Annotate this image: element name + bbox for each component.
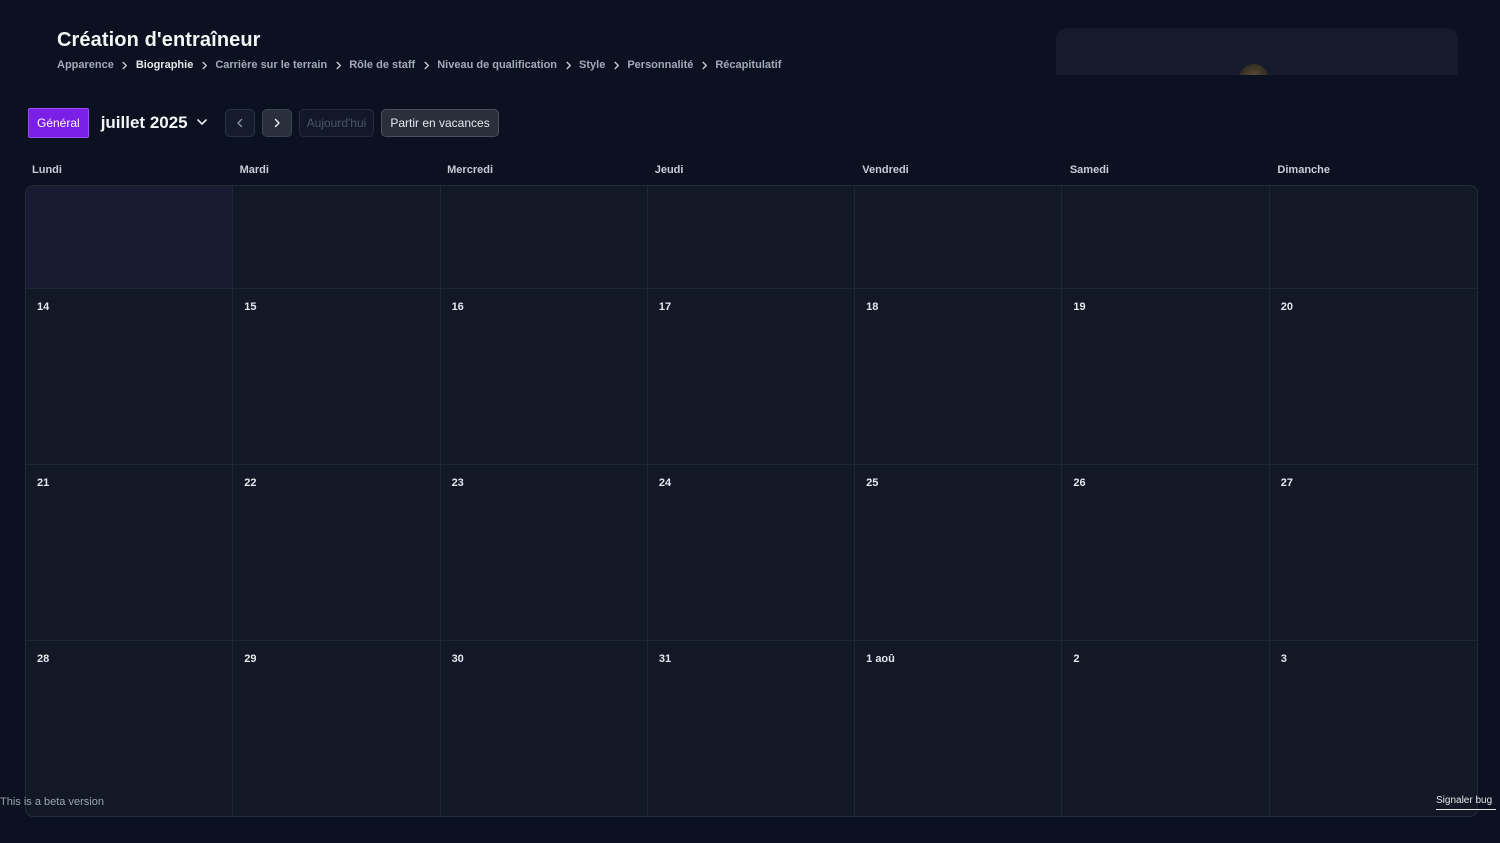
calendar-day-cell[interactable]: 17 <box>647 289 856 465</box>
day-number: 22 <box>244 477 257 489</box>
beta-notice: This is a beta version <box>0 796 104 808</box>
weekday-label: Lundi <box>32 164 62 176</box>
weekday-label: Jeudi <box>654 164 684 176</box>
calendar-day-cell[interactable]: 31 <box>648 641 856 816</box>
day-number: 31 <box>658 653 672 665</box>
weekday-header: Lundi Mardi Mercredi Jeudi Vendredi Samedi Dim… <box>25 164 1478 176</box>
month-selector[interactable]: juillet 2025 <box>101 113 208 133</box>
calendar-day-cell[interactable]: 15 <box>233 289 441 465</box>
breadcrumb-item[interactable]: Carrière sur le terrain <box>215 59 327 71</box>
day-number: 17 <box>658 301 672 313</box>
calendar-toolbar: Général juillet 2025 Aujourd'hui Partir … <box>28 108 499 138</box>
day-number: 19 <box>1073 301 1086 313</box>
chevron-right-icon <box>272 118 282 128</box>
weekday-label: Dimanche <box>1277 164 1330 176</box>
calendar-day-cell[interactable]: 14 <box>26 289 234 465</box>
calendar-day-cell[interactable] <box>26 186 234 289</box>
calendar-day-cell[interactable] <box>855 186 1063 289</box>
breadcrumb-item[interactable]: Apparence <box>57 59 114 71</box>
avatar <box>1239 64 1269 75</box>
calendar-day-cell[interactable]: 22 <box>233 465 441 641</box>
calendar-day-cell[interactable]: 16 <box>440 289 648 465</box>
weekday-label: Samedi <box>1069 164 1109 176</box>
calendar-day-cell[interactable]: 20 <box>1269 289 1477 465</box>
day-number: 14 <box>37 301 50 313</box>
weekday-label: Vendredi <box>862 164 909 176</box>
coach-creation-page: Création d'entraîneur Apparence Biographi… <box>0 0 1500 843</box>
calendar-day-cell[interactable]: 21 <box>26 465 234 641</box>
report-bug-link[interactable]: Signaler bug <box>1436 795 1496 810</box>
calendar-day-cell[interactable]: 28 <box>26 641 234 816</box>
breadcrumb-item[interactable]: Style <box>579 59 605 71</box>
day-number: 15 <box>244 301 257 313</box>
day-number: 2 <box>1073 653 1080 665</box>
day-number: 26 <box>1073 477 1086 489</box>
weekday-label: Mardi <box>239 164 269 176</box>
calendar-day-cell[interactable]: 27 <box>1269 465 1477 641</box>
calendar-day-cell[interactable]: 1 aoû <box>855 641 1063 816</box>
calendar-day-cell[interactable] <box>233 186 441 289</box>
day-number: 16 <box>451 301 464 313</box>
chevron-left-icon <box>235 118 245 128</box>
chevron-right-icon <box>557 58 579 72</box>
coach-preview-card <box>1056 28 1458 75</box>
chevron-right-icon <box>415 58 437 72</box>
calendar-day-cell[interactable] <box>440 186 648 289</box>
calendar-day-cell[interactable]: 18 <box>855 289 1063 465</box>
day-number: 29 <box>244 653 257 665</box>
chevron-right-icon <box>327 58 349 72</box>
day-number: 30 <box>451 653 464 665</box>
breadcrumb-item[interactable]: Biographie <box>136 59 193 71</box>
calendar-day-cell[interactable]: 23 <box>440 465 648 641</box>
calendar-day-cell[interactable]: 2 <box>1062 641 1270 816</box>
calendar-day-cell[interactable]: 3 <box>1270 641 1477 816</box>
chevron-down-icon <box>196 113 208 133</box>
breadcrumb: Apparence Biographie Carrière sur le terra… <box>57 58 781 72</box>
weekday-label: Mercredi <box>447 164 493 176</box>
calendar-day-cell[interactable]: 24 <box>647 465 856 641</box>
day-number: 3 <box>1280 653 1287 665</box>
chevron-right-icon <box>114 58 136 72</box>
chevron-right-icon <box>693 58 715 72</box>
breadcrumb-item[interactable]: Rôle de staff <box>349 59 415 71</box>
day-number: 1 aoû <box>866 653 895 665</box>
general-button[interactable]: Général <box>28 108 89 138</box>
today-button[interactable]: Aujourd'hui <box>298 109 375 137</box>
chevron-right-icon <box>193 58 215 72</box>
next-month-button[interactable] <box>261 109 292 137</box>
calendar-day-cell[interactable] <box>647 186 856 289</box>
breadcrumb-item[interactable]: Personnalité <box>627 59 693 71</box>
calendar-grid: 14 15 16 17 18 19 20 21 22 23 24 25 26 27 28 29 30 31 1 ao… <box>25 185 1478 817</box>
day-number: 24 <box>658 477 672 489</box>
calendar-day-cell[interactable]: 26 <box>1062 465 1270 641</box>
month-label: juillet 2025 <box>100 113 188 132</box>
breadcrumb-item[interactable]: Niveau de qualification <box>437 59 557 71</box>
calendar-day-cell[interactable]: 19 <box>1062 289 1270 465</box>
calendar-day-cell[interactable]: 29 <box>233 641 441 816</box>
calendar-day-cell[interactable]: 25 <box>855 465 1063 641</box>
day-number: 20 <box>1280 301 1293 313</box>
day-number: 18 <box>866 301 879 313</box>
breadcrumb-item[interactable]: Récapitulatif <box>715 59 781 71</box>
day-number: 23 <box>451 477 464 489</box>
calendar-day-cell[interactable]: 30 <box>441 641 648 816</box>
page-title: Création d'entraîneur <box>57 29 261 51</box>
day-number: 21 <box>37 477 50 489</box>
calendar-day-cell[interactable] <box>1269 186 1477 289</box>
day-number: 27 <box>1280 477 1293 489</box>
go-on-vacation-button[interactable]: Partir en vacances <box>381 109 499 137</box>
previous-month-button[interactable] <box>224 109 255 137</box>
chevron-right-icon <box>605 58 627 72</box>
day-number: 25 <box>866 477 879 489</box>
calendar-day-cell[interactable] <box>1062 186 1270 289</box>
day-number: 28 <box>37 653 50 665</box>
